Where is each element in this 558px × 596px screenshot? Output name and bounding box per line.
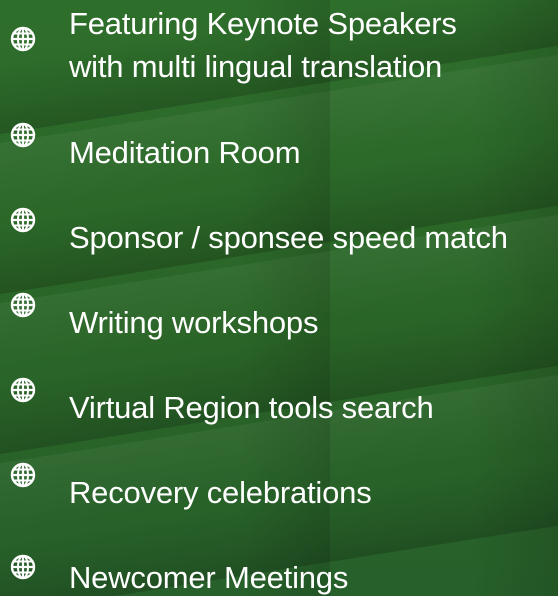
globe-icon xyxy=(10,554,36,580)
list-item-label: Virtual Region tools search xyxy=(69,390,434,425)
list-item-label: Sponsor / sponsee speed match xyxy=(69,220,508,255)
list-item-label: Newcomer Meetings xyxy=(69,560,349,595)
list-item-label: Recovery celebrations xyxy=(69,475,372,510)
globe-icon xyxy=(10,462,36,488)
globe-icon xyxy=(10,377,36,403)
list-item-label: Writing workshops xyxy=(69,305,319,340)
globe-icon xyxy=(10,292,36,318)
globe-icon xyxy=(10,122,36,148)
list-item-label: Featuring Keynote Speakers xyxy=(69,6,457,41)
list-item-label: with multi lingual translation xyxy=(69,49,443,84)
bullet-list: Featuring Keynote Speakers with multi li… xyxy=(0,0,558,596)
globe-icon xyxy=(10,26,36,52)
list-item-label: Meditation Room xyxy=(69,135,301,170)
globe-icon xyxy=(10,207,36,233)
